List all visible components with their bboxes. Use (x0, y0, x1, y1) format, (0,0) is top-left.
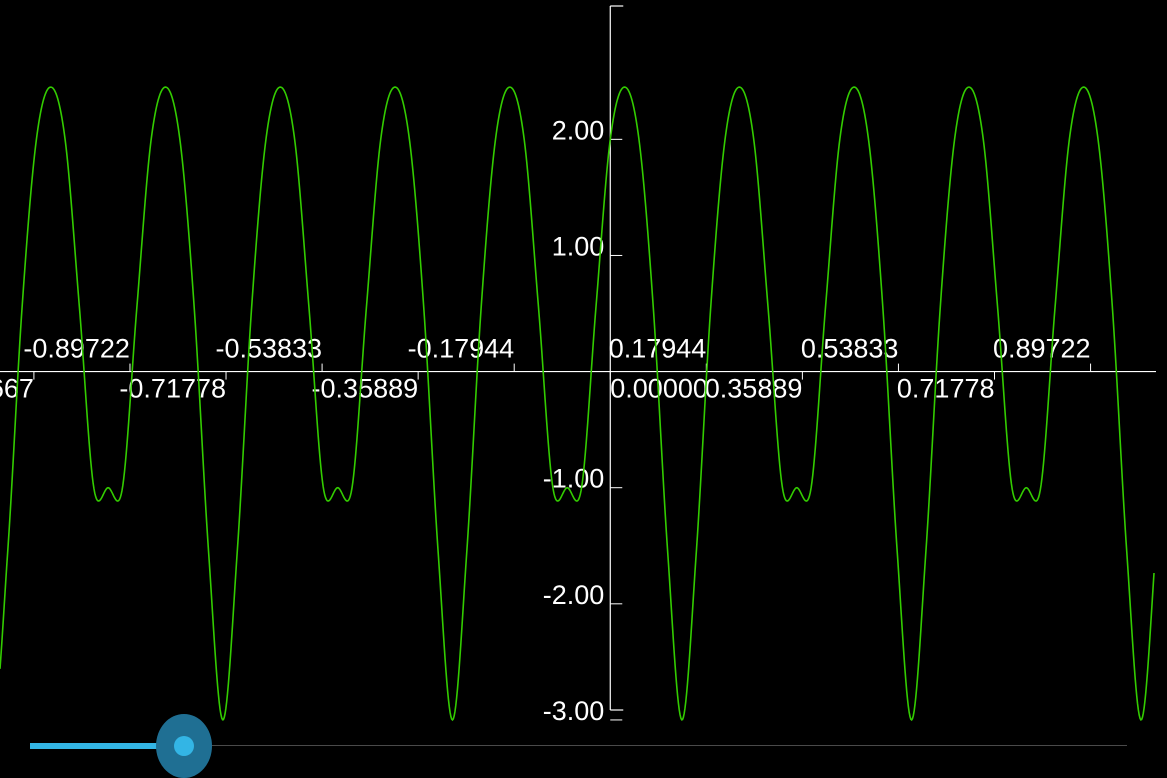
axis-ticks: -1.07667-0.89722-0.71778-0.53833-0.35889… (0, 115, 1092, 726)
x-tick-label: 0.71778 (897, 374, 995, 404)
x-tick-label: 0.53833 (801, 334, 899, 364)
y-tick-label: 2.00 (552, 115, 605, 145)
y-tick-label: -2.00 (543, 580, 605, 610)
y-tick-label: 1.00 (552, 231, 605, 261)
function-plot[interactable]: -1.07667-0.89722-0.71778-0.53833-0.35889… (0, 0, 1167, 778)
x-tick-label: -0.89722 (23, 334, 130, 364)
x-tick-label: -0.53833 (215, 334, 322, 364)
x-tick-label: -0.71778 (119, 374, 226, 404)
x-tick-label: 0.35889 (705, 374, 803, 404)
seekbar-thumb[interactable] (173, 736, 194, 756)
zoom-seekbar[interactable] (0, 712, 1167, 778)
x-tick-label: 0.17944 (609, 334, 707, 364)
x-tick-label: 0.89722 (993, 334, 1091, 364)
x-tick-label: -0.17944 (408, 334, 515, 364)
x-tick-label: -0.35889 (312, 374, 419, 404)
